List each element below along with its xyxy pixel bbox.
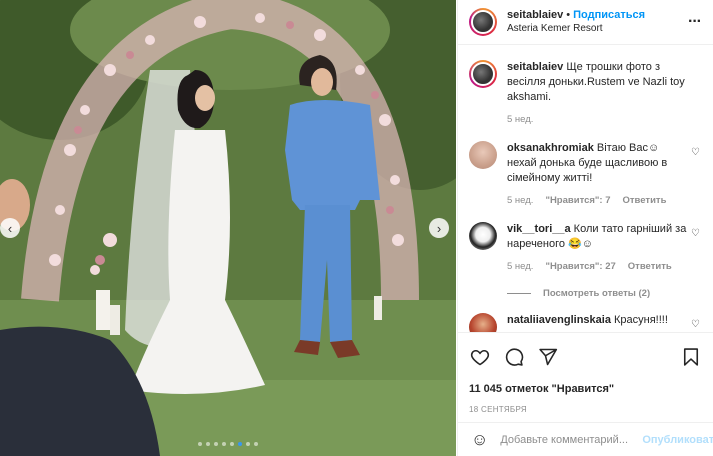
carousel-dot: [230, 442, 234, 446]
wedding-photo-image: [0, 0, 456, 456]
comment-heart-icon[interactable]: ♡: [691, 228, 700, 239]
view-replies-label: Посмотреть ответы (2): [543, 288, 651, 299]
more-options-icon[interactable]: ···: [688, 13, 702, 31]
heart-icon[interactable]: [469, 346, 491, 368]
comment-likes[interactable]: "Нравится": 27: [545, 259, 615, 274]
commenter-avatar[interactable]: [469, 313, 497, 332]
comment-username[interactable]: oksanakhromiak: [507, 142, 594, 154]
comment-item: vik__tori__a Коли тато гарніший за нареч…: [469, 222, 702, 274]
caption-avatar[interactable]: [469, 60, 497, 88]
post-location[interactable]: Asteria Kemer Resort: [507, 22, 688, 36]
carousel-dot: [246, 442, 250, 446]
chevron-left-icon: ‹: [7, 220, 13, 236]
add-comment-bar: ☺ Опубликовать: [458, 422, 713, 456]
author-avatar[interactable]: [469, 8, 497, 36]
post-photo[interactable]: ‹ ›: [0, 0, 456, 456]
comment-input[interactable]: [500, 433, 643, 446]
comment-text: Красуня!!!!: [614, 314, 668, 326]
comment-heart-icon[interactable]: ♡: [691, 319, 700, 330]
share-icon[interactable]: [537, 346, 559, 368]
comment-username[interactable]: vik__tori__a: [507, 223, 571, 235]
comment-heart-icon[interactable]: ♡: [691, 147, 700, 158]
comment-time[interactable]: 5 нед.: [507, 193, 533, 208]
comment-username[interactable]: nataliiavenglinskaia: [507, 314, 611, 326]
comment-likes[interactable]: "Нравится": 7: [545, 193, 610, 208]
emoji-icon[interactable]: ☺: [471, 430, 488, 450]
likes-count[interactable]: 11 045 отметок "Нравится": [469, 383, 702, 395]
post-header: seitablaiev • Подписаться Asteria Kemer Re…: [458, 0, 713, 45]
post-side-panel: seitablaiev • Подписаться Asteria Kemer Re…: [457, 0, 713, 456]
carousel-dot: [214, 442, 218, 446]
reply-button[interactable]: Ответить: [628, 259, 672, 274]
carousel-dot-active: [238, 442, 242, 446]
commenter-avatar[interactable]: [469, 141, 497, 169]
carousel-dot: [206, 442, 210, 446]
header-separator: •: [566, 9, 571, 21]
author-username[interactable]: seitablaiev: [507, 9, 563, 21]
comment-time[interactable]: 5 нед.: [507, 259, 533, 274]
carousel-dot: [198, 442, 202, 446]
caption-username[interactable]: seitablaiev: [507, 61, 563, 73]
comments-list[interactable]: seitablaiev Ще трошки фото з весілля дон…: [458, 46, 713, 332]
chevron-right-icon: ›: [436, 220, 442, 236]
previous-slide-button[interactable]: ‹: [0, 218, 20, 238]
carousel-dot: [222, 442, 226, 446]
follow-button[interactable]: Подписаться: [573, 9, 645, 21]
view-replies-button[interactable]: Посмотреть ответы (2): [507, 288, 702, 299]
post-date[interactable]: 18 СЕНТЯБРЯ: [469, 405, 702, 414]
comment-item: oksanakhromiak Вітаю Вас☺ нехай донька б…: [469, 141, 702, 208]
publish-button[interactable]: Опубликовать: [642, 434, 713, 446]
reply-button[interactable]: Ответить: [623, 193, 667, 208]
caption-time[interactable]: 5 нед.: [507, 112, 533, 127]
caption: seitablaiev Ще трошки фото з весілля дон…: [469, 60, 702, 127]
next-slide-button[interactable]: ›: [429, 218, 449, 238]
post-actions: 11 045 отметок "Нравится" 18 СЕНТЯБРЯ: [458, 332, 713, 414]
replies-divider: [507, 293, 531, 294]
bookmark-icon[interactable]: [680, 346, 702, 368]
comment-item: nataliiavenglinskaia Красуня!!!! ♡: [469, 313, 702, 332]
carousel-dot: [254, 442, 258, 446]
author-info: seitablaiev • Подписаться Asteria Kemer Re…: [507, 8, 688, 36]
carousel-indicator: [0, 442, 456, 446]
comment-icon[interactable]: [503, 346, 525, 368]
commenter-avatar[interactable]: [469, 222, 497, 250]
